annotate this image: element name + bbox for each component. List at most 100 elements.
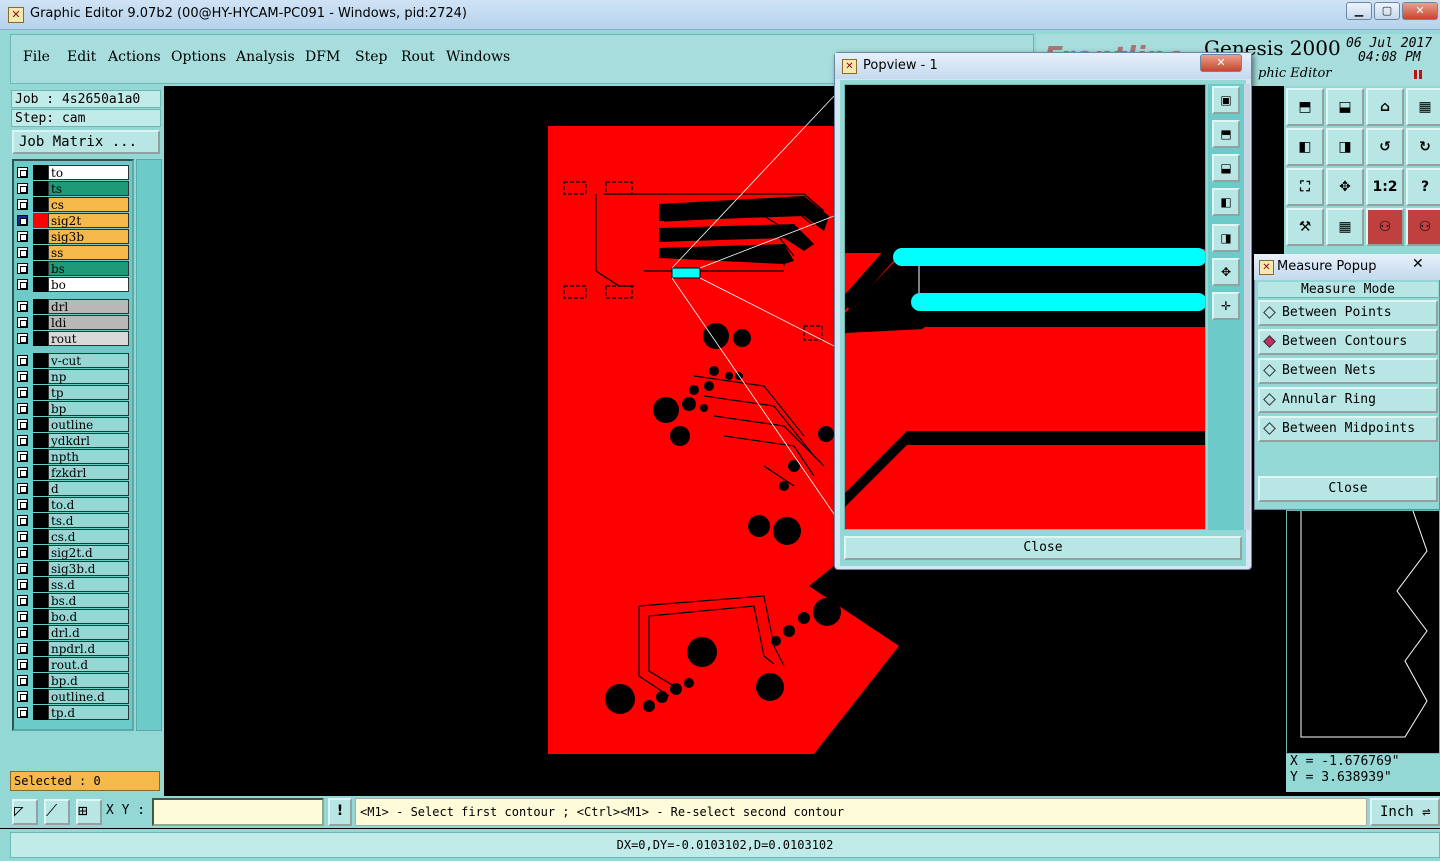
layer-name[interactable]: tp (48, 385, 129, 400)
snap-down-icon[interactable]: ⬓ (1326, 88, 1364, 126)
layer-row[interactable]: to (15, 165, 129, 180)
layer-checkbox[interactable] (17, 231, 28, 242)
layer-row[interactable]: bo (15, 277, 129, 292)
layer-row[interactable]: sig2t.d (15, 545, 129, 560)
layer-checkbox[interactable] (17, 659, 28, 670)
layer-color-swatch[interactable] (33, 577, 48, 592)
layer-color-swatch[interactable] (33, 657, 48, 672)
layer-color-swatch[interactable] (33, 353, 48, 368)
layer-row[interactable]: bs.d (15, 593, 129, 608)
layer-color-swatch[interactable] (33, 529, 48, 544)
layer-color-swatch[interactable] (33, 609, 48, 624)
layer-row[interactable]: ydkdrl (15, 433, 129, 448)
layer-color-swatch[interactable] (33, 497, 48, 512)
popview-close-x-button[interactable]: ✕ (1200, 54, 1242, 72)
layer-color-swatch[interactable] (33, 689, 48, 704)
job-matrix-button[interactable]: Job Matrix ... (12, 130, 160, 154)
maximize-button[interactable]: ▢ (1374, 2, 1400, 20)
layer-name[interactable]: npdrl.d (48, 641, 129, 656)
layer-row[interactable]: cs.d (15, 529, 129, 544)
layer-color-swatch[interactable] (33, 417, 48, 432)
layer-name[interactable]: to (48, 165, 129, 180)
help-button[interactable]: ? (1406, 168, 1440, 206)
layer-name[interactable]: bp.d (48, 673, 129, 688)
layer-name[interactable]: sig2t.d (48, 545, 129, 560)
layer-color-swatch[interactable] (33, 331, 48, 346)
layer-name[interactable]: ts.d (48, 513, 129, 528)
grid-snap-icon[interactable]: ⊞ (76, 799, 102, 825)
layer-checkbox[interactable] (17, 643, 28, 654)
layer-row[interactable]: sig3b.d (15, 561, 129, 576)
layer-color-swatch[interactable] (33, 299, 48, 314)
menu-edit[interactable]: Edit (67, 49, 96, 65)
layer-checkbox[interactable] (17, 563, 28, 574)
measure-close-button[interactable]: Close (1258, 476, 1438, 502)
layer-name[interactable]: rout (48, 331, 129, 346)
layer-row[interactable]: bp.d (15, 673, 129, 688)
layer-checkbox[interactable] (17, 371, 28, 382)
layer-checkbox[interactable] (17, 627, 28, 638)
layer-row[interactable]: tp (15, 385, 129, 400)
layer-name[interactable]: bp (48, 401, 129, 416)
layer-row[interactable]: npth (15, 449, 129, 464)
layer-color-swatch[interactable] (33, 229, 48, 244)
measure-titlebar[interactable]: ✕ Measure Popup ✕ (1254, 254, 1440, 280)
layer-color-swatch[interactable] (33, 449, 48, 464)
layer-name[interactable]: cs.d (48, 529, 129, 544)
layer-name[interactable]: ss (48, 245, 129, 260)
menu-step[interactable]: Step (355, 49, 387, 65)
undo-icon[interactable]: ↺ (1366, 128, 1404, 166)
layer-row[interactable]: cs (15, 197, 129, 212)
popview-scrollbar[interactable] (1244, 84, 1250, 530)
layer-row[interactable]: bs (15, 261, 129, 276)
layer-row[interactable]: outline.d (15, 689, 129, 704)
layer-row[interactable]: rout (15, 331, 129, 346)
measure-close-x-icon[interactable]: ✕ (1412, 256, 1424, 272)
layer-checkbox[interactable] (17, 403, 28, 414)
layer-row[interactable]: sig2t (15, 213, 129, 228)
home-icon[interactable]: ⌂ (1366, 88, 1404, 126)
menu-analysis[interactable]: Analysis (236, 49, 295, 65)
option-between-points[interactable]: Between Points (1258, 300, 1438, 326)
fit-screen-icon[interactable]: ✥ (1212, 258, 1240, 286)
layer-checkbox[interactable] (17, 333, 28, 344)
redo-icon[interactable]: ↻ (1406, 128, 1440, 166)
layer-color-swatch[interactable] (33, 513, 48, 528)
layer-color-swatch[interactable] (33, 433, 48, 448)
net-alt-icon[interactable]: ⚇ (1406, 208, 1440, 246)
layer-checkbox[interactable] (17, 435, 28, 446)
layer-row[interactable]: to.d (15, 497, 129, 512)
layer-checkbox[interactable] (17, 387, 28, 398)
layer-name[interactable]: outline (48, 417, 129, 432)
layer-color-swatch[interactable] (33, 673, 48, 688)
layer-name[interactable]: drl.d (48, 625, 129, 640)
layer-checkbox[interactable] (17, 263, 28, 274)
layer-color-swatch[interactable] (33, 561, 48, 576)
pan-right-icon[interactable]: ◨ (1212, 224, 1240, 252)
layer-row[interactable]: ts.d (15, 513, 129, 528)
layer-color-swatch[interactable] (33, 245, 48, 260)
layer-list-scrollbar[interactable] (136, 159, 162, 731)
xy-input[interactable] (152, 798, 324, 826)
layer-checkbox[interactable] (17, 317, 28, 328)
layer-name[interactable]: drl (48, 299, 129, 314)
snap-top-icon[interactable]: ⬒ (1286, 88, 1324, 126)
layer-checkbox[interactable] (17, 579, 28, 590)
menu-windows[interactable]: Windows (446, 49, 510, 65)
measure-tool-icon[interactable]: ⟋ (44, 799, 70, 825)
layer-name[interactable]: bs.d (48, 593, 129, 608)
layer-name[interactable]: sig3b (48, 229, 129, 244)
layer-checkbox[interactable] (17, 547, 28, 558)
menu-rout[interactable]: Rout (401, 49, 435, 65)
layer-row[interactable]: npdrl.d (15, 641, 129, 656)
zoom-home-icon[interactable]: ✛ (1212, 292, 1240, 320)
layer-name[interactable]: bs (48, 261, 129, 276)
menu-actions[interactable]: Actions (108, 49, 161, 65)
layer-row[interactable]: drl (15, 299, 129, 314)
layer-checkbox[interactable] (17, 355, 28, 366)
layer-name[interactable]: ts (48, 181, 129, 196)
layer-color-swatch[interactable] (33, 369, 48, 384)
layer-checkbox[interactable] (17, 167, 28, 178)
layer-color-swatch[interactable] (33, 705, 48, 720)
layer-checkbox[interactable] (17, 199, 28, 210)
